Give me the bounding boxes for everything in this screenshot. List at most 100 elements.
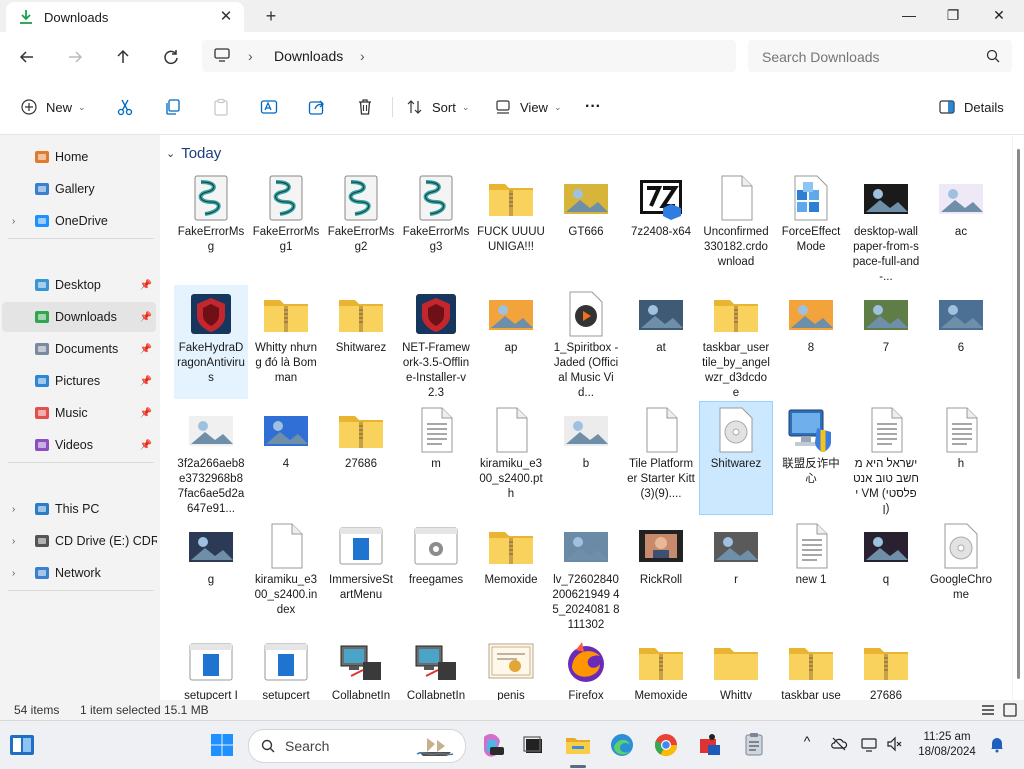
file-item[interactable]: 27686: [849, 633, 923, 700]
sidebar-item-pictures[interactable]: Pictures 📌: [2, 366, 156, 396]
new-tab-button[interactable]: +: [260, 5, 282, 27]
sidebar-item-home[interactable]: Home: [2, 142, 156, 172]
file-item[interactable]: h: [924, 401, 998, 515]
address-box[interactable]: › Downloads ›: [202, 40, 736, 72]
pin-icon[interactable]: 📌: [140, 344, 152, 355]
sidebar-item-desktop[interactable]: Desktop 📌: [2, 270, 156, 300]
sidebar-item-downloads[interactable]: Downloads 📌: [2, 302, 156, 332]
breadcrumb-downloads[interactable]: Downloads: [274, 48, 343, 64]
pin-icon[interactable]: 📌: [140, 440, 152, 451]
file-item[interactable]: q: [849, 517, 923, 631]
large-icons-view-icon[interactable]: [1002, 702, 1018, 718]
file-item[interactable]: taskbar use: [774, 633, 848, 700]
delete-button[interactable]: [352, 95, 378, 119]
copy-button[interactable]: [160, 95, 186, 119]
minimize-button[interactable]: —: [886, 0, 932, 30]
new-button[interactable]: New ⌄: [20, 95, 86, 119]
file-item[interactable]: ישראל היא מחשב טוב אנטי VM (פלסטין): [849, 401, 923, 515]
file-item[interactable]: 7z2408-x64: [624, 169, 698, 283]
task-view-icon[interactable]: [518, 729, 550, 761]
file-item[interactable]: FakeHydraDragonAntivirus: [174, 285, 248, 399]
system-clock[interactable]: 11:25 am 18/08/2024: [912, 730, 982, 760]
rename-button[interactable]: [256, 95, 282, 119]
file-item[interactable]: Memoxide: [624, 633, 698, 700]
share-button[interactable]: [304, 95, 330, 119]
network-icon[interactable]: [860, 735, 878, 753]
file-item[interactable]: freegames: [399, 517, 473, 631]
file-item[interactable]: 6: [924, 285, 998, 399]
sidebar-item-onedrive[interactable]: › OneDrive: [2, 206, 156, 236]
file-item[interactable]: taskbar_usertile_by_angelwzr_d3dcdoe: [699, 285, 773, 399]
sidebar-item-cd-drive-e-cdro[interactable]: › CD Drive (E:) CDRO: [2, 526, 157, 556]
file-item[interactable]: kiramiku_e300_s2400.pth: [474, 401, 548, 515]
file-item[interactable]: b: [549, 401, 623, 515]
file-item[interactable]: Shitwarez: [324, 285, 398, 399]
file-item[interactable]: setupcert: [249, 633, 323, 700]
file-item[interactable]: ForceEffectMode: [774, 169, 848, 283]
file-item[interactable]: FakeErrorMsg2: [324, 169, 398, 283]
edge-icon[interactable]: [606, 729, 638, 761]
maximize-button[interactable]: ❐: [930, 0, 976, 30]
taskbar-search[interactable]: Search: [248, 729, 466, 763]
copilot-icon[interactable]: [476, 729, 508, 761]
widgets-icon[interactable]: [6, 729, 38, 761]
chevron-right-icon[interactable]: ›: [360, 48, 365, 64]
file-item[interactable]: new 1: [774, 517, 848, 631]
file-item[interactable]: lv_72602840200621949 45_2024081 8111302: [549, 517, 623, 631]
file-item[interactable]: ImmersiveStartMenu: [324, 517, 398, 631]
cut-button[interactable]: [112, 95, 138, 119]
file-item[interactable]: FakeErrorMsg: [174, 169, 248, 283]
file-item[interactable]: desktop-wallpaper-from-space-full-and-..…: [849, 169, 923, 283]
file-item[interactable]: 1_Spiritbox - Jaded (Official Music Vid.…: [549, 285, 623, 399]
file-item[interactable]: CollabnetIn: [399, 633, 473, 700]
refresh-icon[interactable]: [158, 44, 184, 70]
file-item[interactable]: 8: [774, 285, 848, 399]
volume-muted-icon[interactable]: [886, 735, 904, 753]
file-item[interactable]: r: [699, 517, 773, 631]
search-input[interactable]: [760, 46, 984, 68]
file-item[interactable]: 3f2a266aeb8e3732968b87fac6ae5d2a647e91..…: [174, 401, 248, 515]
pin-icon[interactable]: 📌: [140, 376, 152, 387]
close-window-button[interactable]: ✕: [976, 0, 1022, 30]
sidebar-item-this-pc[interactable]: › This PC: [2, 494, 156, 524]
expand-chevron-icon[interactable]: ›: [12, 504, 15, 515]
file-item[interactable]: 7: [849, 285, 923, 399]
file-item[interactable]: RickRoll: [624, 517, 698, 631]
sidebar-item-network[interactable]: › Network: [2, 558, 156, 588]
sort-button[interactable]: Sort ⌄: [406, 95, 469, 119]
file-explorer-icon[interactable]: [562, 729, 594, 761]
file-item[interactable]: GoogleChrome: [924, 517, 998, 631]
file-item[interactable]: ap: [474, 285, 548, 399]
file-item[interactable]: ac: [924, 169, 998, 283]
scrollbar-thumb[interactable]: [1017, 149, 1020, 679]
tray-overflow-chevron-icon[interactable]: ^: [798, 733, 816, 751]
file-item[interactable]: FakeErrorMsg3: [399, 169, 473, 283]
file-item[interactable]: Whitty nhưng đó là Bomman: [249, 285, 323, 399]
file-view[interactable]: ⌄ Today FakeErrorMsg FakeErrorMsg1 FakeErr…: [160, 135, 1012, 700]
sidebar-item-gallery[interactable]: Gallery: [2, 174, 156, 204]
chrome-icon[interactable]: [650, 729, 682, 761]
pin-icon[interactable]: 📌: [140, 280, 152, 291]
up-arrow-icon[interactable]: [110, 44, 136, 70]
clipboard-app-icon[interactable]: [738, 729, 770, 761]
file-item[interactable]: FakeErrorMsg1: [249, 169, 323, 283]
file-item[interactable]: penis: [474, 633, 548, 700]
file-item[interactable]: Shitwarez: [699, 401, 773, 515]
close-tab-button[interactable]: ✕: [216, 7, 236, 27]
cloud-off-icon[interactable]: [830, 735, 848, 753]
file-item[interactable]: g: [174, 517, 248, 631]
notification-bell-icon[interactable]: [988, 735, 1006, 753]
details-button[interactable]: Details: [938, 95, 1004, 119]
chevron-right-icon[interactable]: ›: [248, 48, 253, 64]
file-item[interactable]: at: [624, 285, 698, 399]
file-item[interactable]: Firefox: [549, 633, 623, 700]
file-item[interactable]: Unconfirmed 330182.crdownload: [699, 169, 773, 283]
file-item[interactable]: 联盟反诈中心: [774, 401, 848, 515]
view-button[interactable]: View ⌄: [494, 95, 562, 119]
sidebar-item-documents[interactable]: Documents 📌: [2, 334, 156, 364]
pin-icon[interactable]: 📌: [140, 312, 152, 323]
search-box[interactable]: [748, 40, 1012, 72]
expand-chevron-icon[interactable]: ›: [12, 568, 15, 579]
paste-button[interactable]: [208, 95, 234, 119]
details-view-icon[interactable]: [980, 702, 996, 718]
